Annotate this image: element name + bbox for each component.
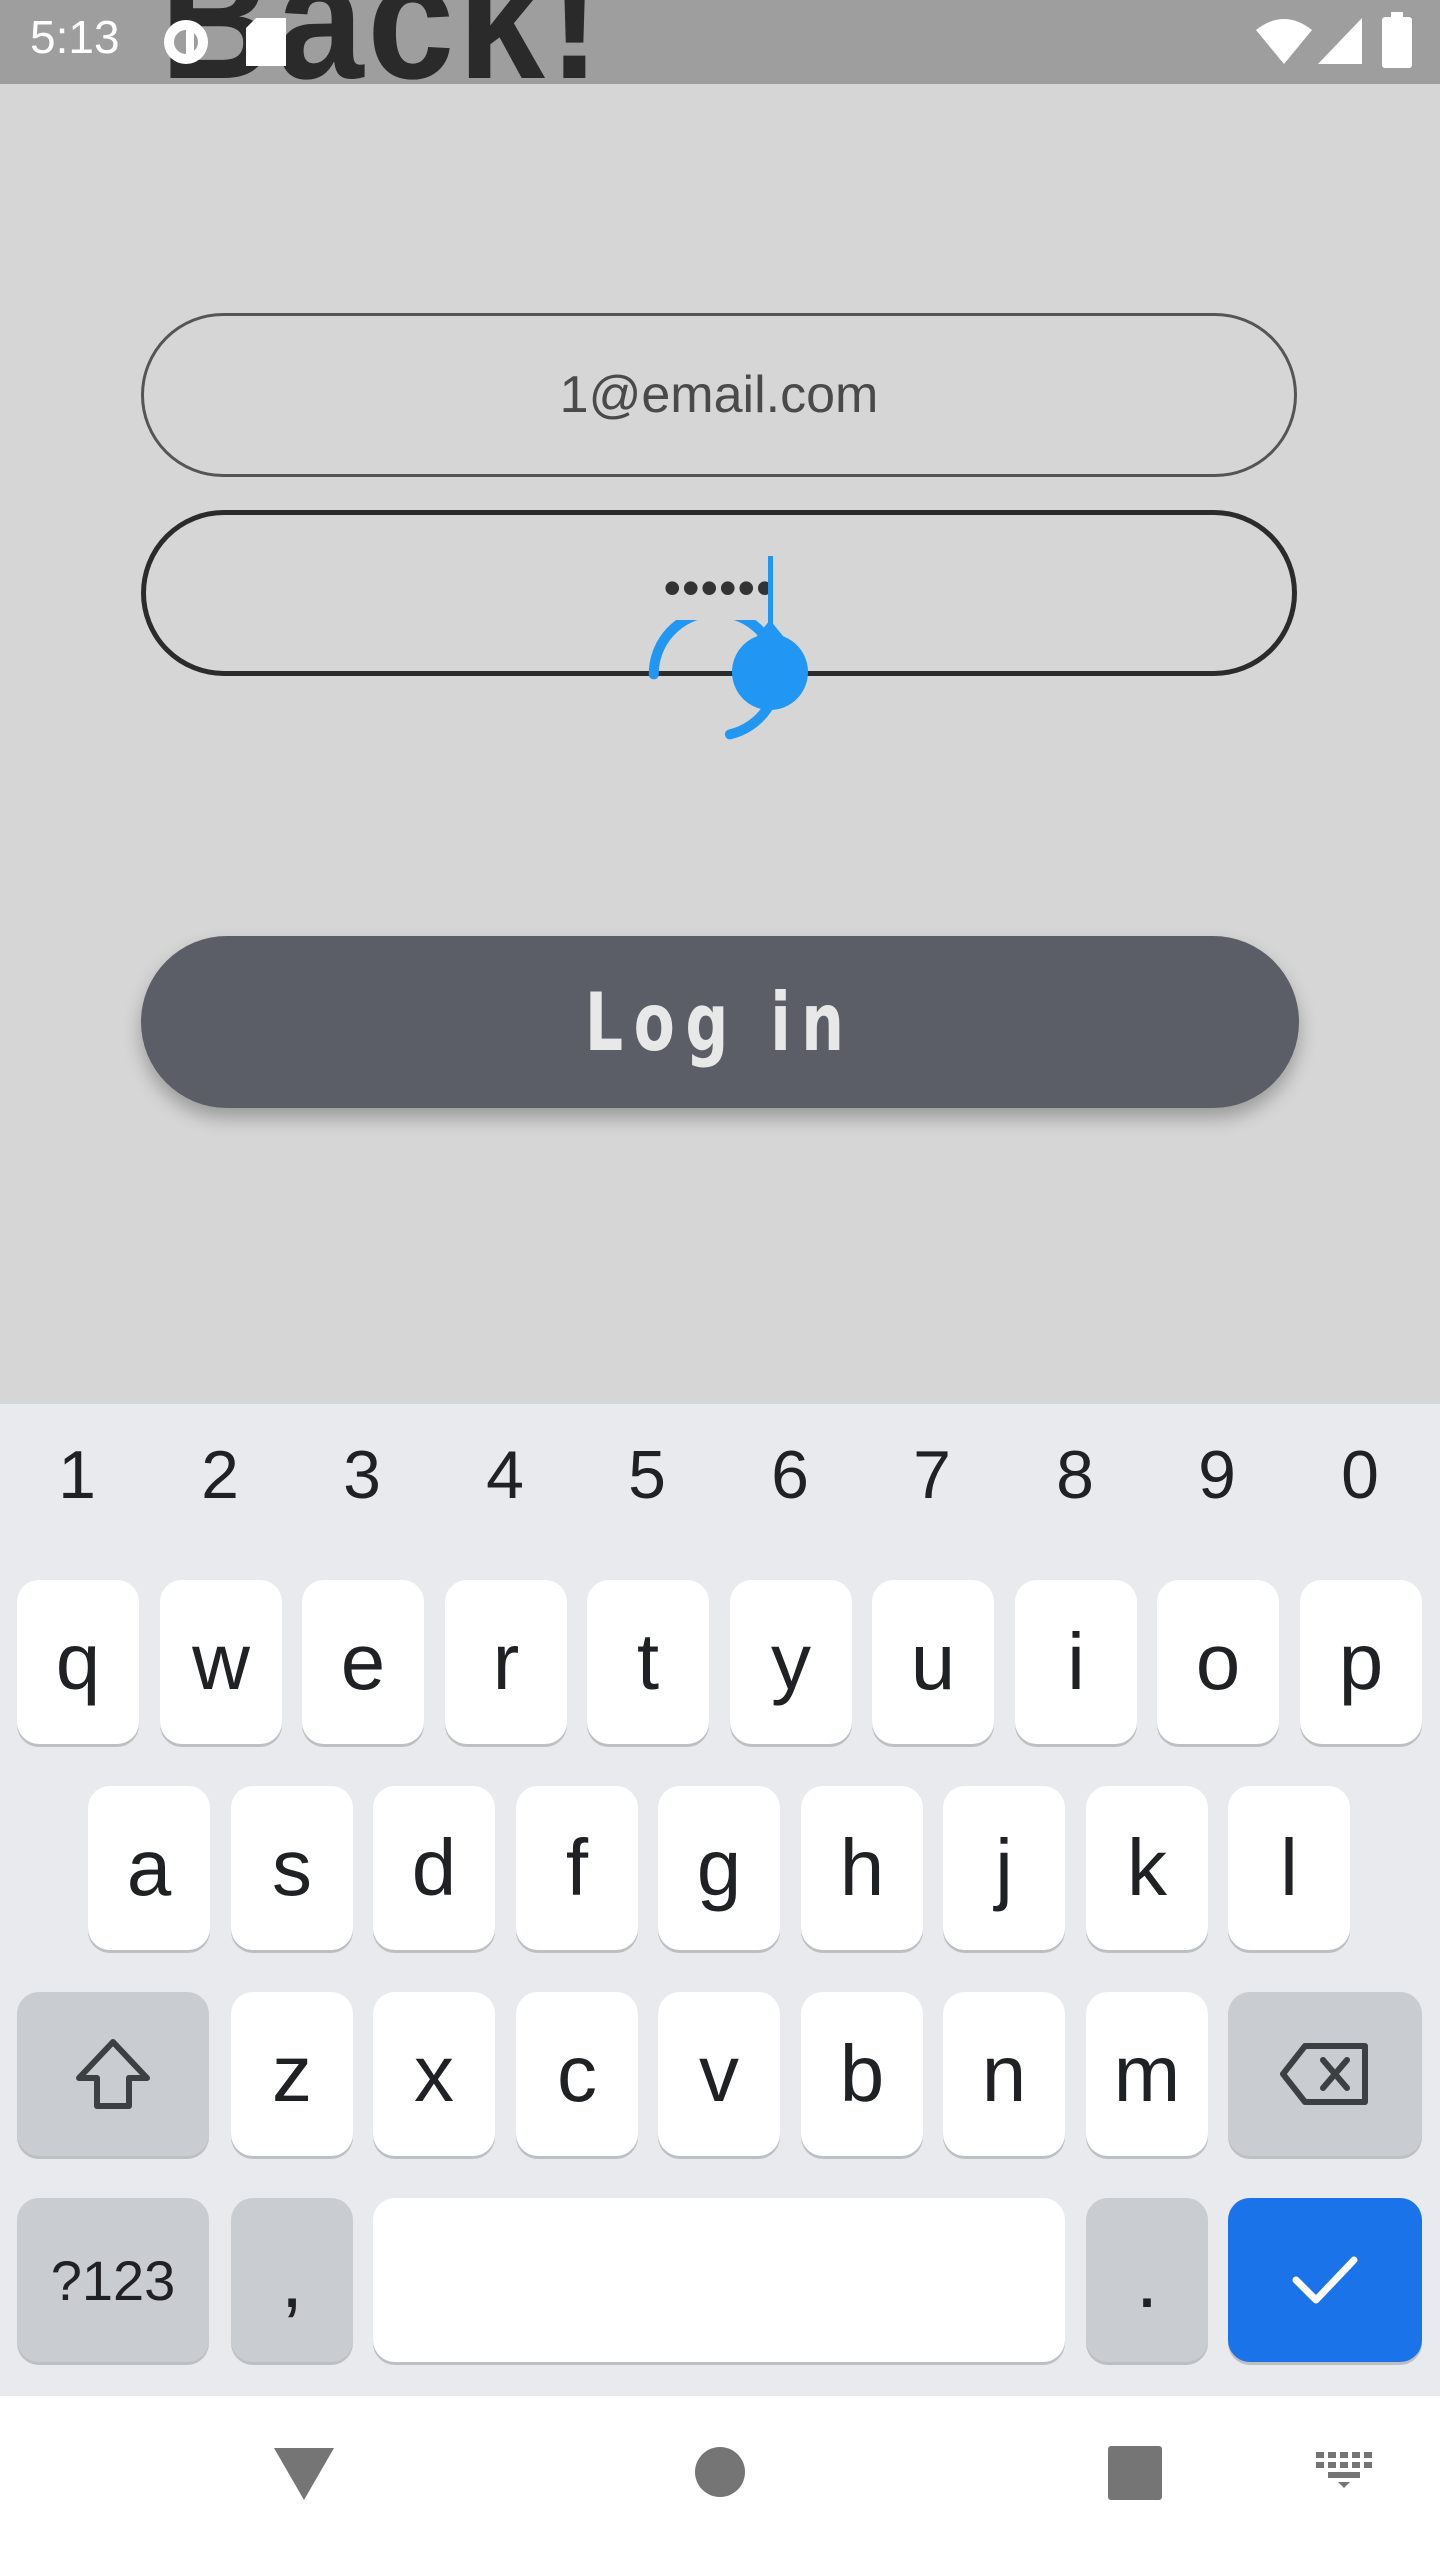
key-q[interactable]: q — [17, 1580, 139, 1744]
email-field[interactable]: 1@email.com — [141, 313, 1297, 477]
key-a[interactable]: a — [88, 1786, 210, 1950]
key-r[interactable]: r — [445, 1580, 567, 1744]
key-j[interactable]: j — [943, 1786, 1065, 1950]
key-f[interactable]: f — [516, 1786, 638, 1950]
login-button-label: Log in — [585, 975, 855, 1069]
key-s[interactable]: s — [231, 1786, 353, 1950]
key-v[interactable]: v — [658, 1992, 780, 2156]
key-3[interactable]: 3 — [312, 1436, 412, 1514]
email-value: 1@email.com — [559, 366, 879, 424]
password-value: •••••• — [663, 560, 775, 616]
key-b[interactable]: b — [801, 1992, 923, 2156]
login-button[interactable]: Log in — [141, 936, 1299, 1108]
key-p[interactable]: p — [1300, 1580, 1422, 1744]
symbols-key[interactable]: ?123 — [17, 2198, 209, 2362]
home-icon[interactable] — [694, 2446, 746, 2498]
key-y[interactable]: y — [730, 1580, 852, 1744]
cursor-handle-icon[interactable] — [640, 620, 820, 780]
key-1[interactable]: 1 — [27, 1436, 127, 1514]
keyboard-switch-icon[interactable] — [1316, 2452, 1372, 2488]
back-icon[interactable] — [272, 2446, 336, 2502]
shift-key[interactable] — [17, 1992, 209, 2156]
key-l[interactable]: l — [1228, 1786, 1350, 1950]
key-h[interactable]: h — [801, 1786, 923, 1950]
key-8[interactable]: 8 — [1025, 1436, 1125, 1514]
key-w[interactable]: w — [160, 1580, 282, 1744]
key-5[interactable]: 5 — [597, 1436, 697, 1514]
done-key[interactable] — [1228, 2198, 1422, 2362]
recents-icon[interactable] — [1108, 2446, 1162, 2500]
key-4[interactable]: 4 — [455, 1436, 555, 1514]
key-m[interactable]: m — [1086, 1992, 1208, 2156]
key-6[interactable]: 6 — [740, 1436, 840, 1514]
key-i[interactable]: i — [1015, 1580, 1137, 1744]
key-x[interactable]: x — [373, 1992, 495, 2156]
number-row: 1 2 3 4 5 6 7 8 9 0 — [0, 1436, 1440, 1536]
key-c[interactable]: c — [516, 1992, 638, 2156]
key-e[interactable]: e — [302, 1580, 424, 1744]
text-cursor — [768, 556, 773, 626]
on-screen-keyboard: 1 2 3 4 5 6 7 8 9 0 q w e r t y u i o p … — [0, 1404, 1440, 2396]
key-n[interactable]: n — [943, 1992, 1065, 2156]
battery-icon — [1382, 12, 1412, 68]
key-k[interactable]: k — [1086, 1786, 1208, 1950]
navigation-bar — [0, 2396, 1440, 2560]
status-bar: Back! 5:13 — [0, 0, 1440, 84]
backspace-key[interactable] — [1228, 1992, 1422, 2156]
key-t[interactable]: t — [587, 1580, 709, 1744]
space-key[interactable] — [373, 2198, 1065, 2362]
period-key[interactable]: . — [1086, 2198, 1208, 2362]
status-time: 5:13 — [30, 11, 120, 63]
key-2[interactable]: 2 — [170, 1436, 270, 1514]
sd-card-icon — [246, 18, 286, 66]
checkmark-icon — [1292, 2256, 1358, 2304]
notification-icon — [164, 20, 208, 64]
comma-key[interactable]: , — [231, 2198, 353, 2362]
key-d[interactable]: d — [373, 1786, 495, 1950]
key-0[interactable]: 0 — [1310, 1436, 1410, 1514]
key-g[interactable]: g — [658, 1786, 780, 1950]
backspace-icon — [1280, 2043, 1368, 2105]
key-u[interactable]: u — [872, 1580, 994, 1744]
signal-icon — [1318, 18, 1362, 64]
key-9[interactable]: 9 — [1167, 1436, 1267, 1514]
key-z[interactable]: z — [231, 1992, 353, 2156]
key-7[interactable]: 7 — [882, 1436, 982, 1514]
page-heading: Back! — [160, 0, 604, 84]
key-o[interactable]: o — [1157, 1580, 1279, 1744]
wifi-icon — [1256, 19, 1312, 64]
shift-icon — [76, 2039, 150, 2109]
